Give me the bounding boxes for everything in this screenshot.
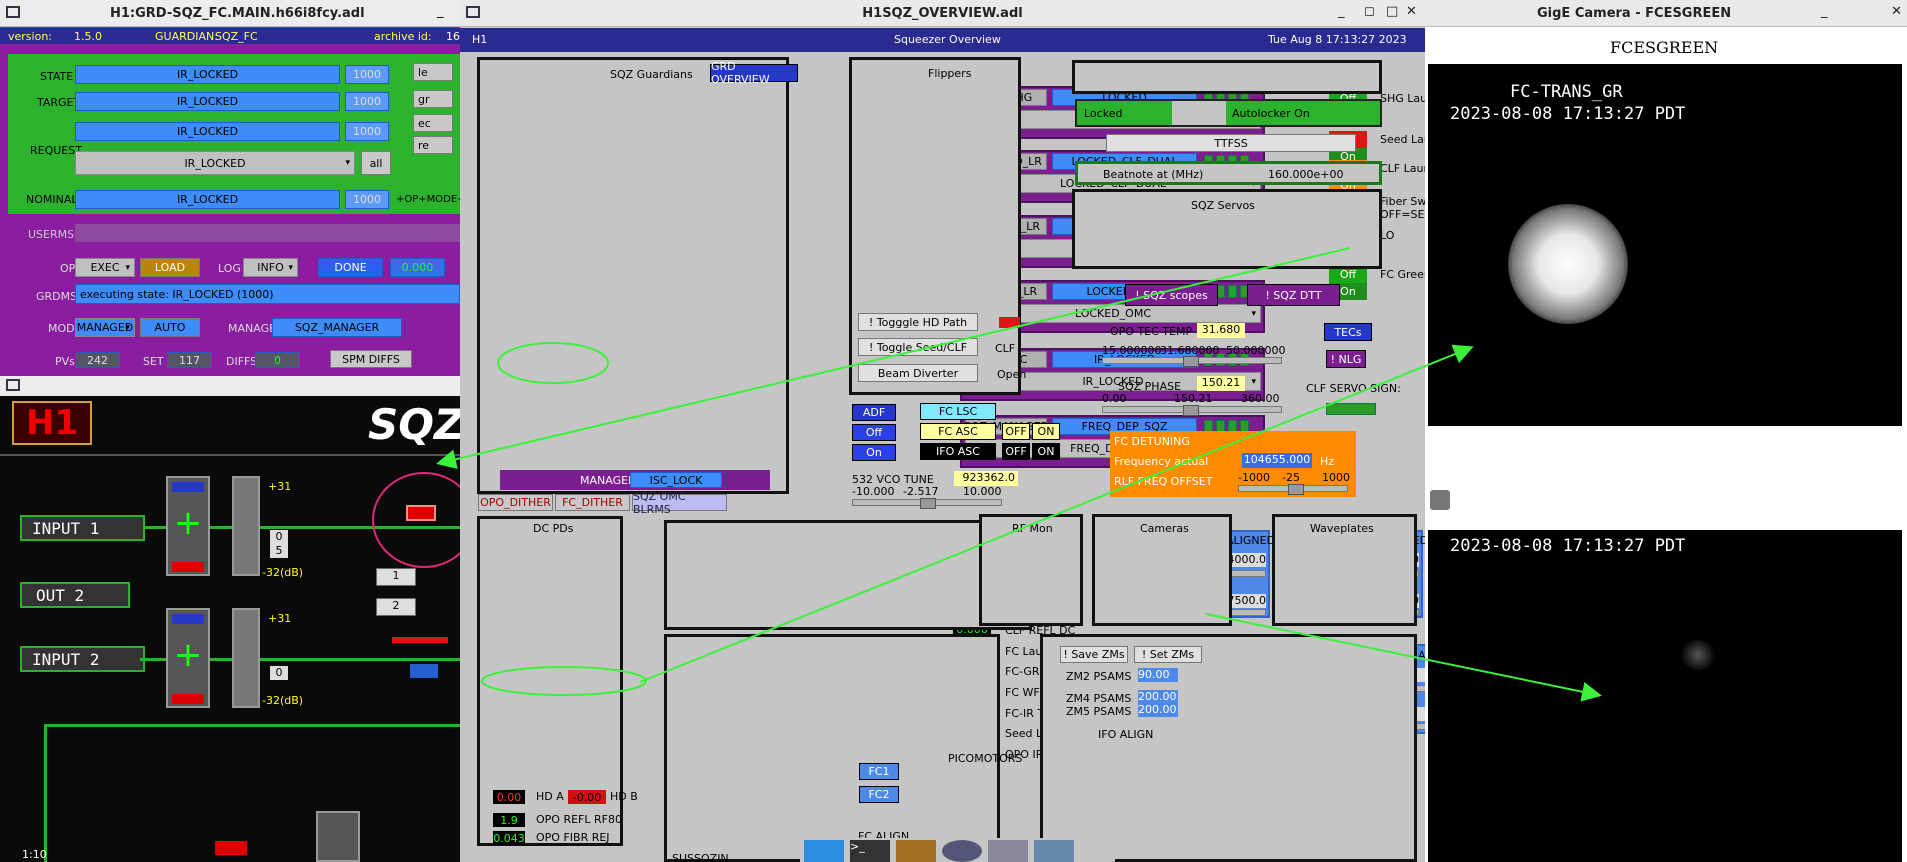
annotation-arrows [436,247,1602,702]
arrow-fc-servo-to-sqz [436,247,1351,470]
arrow-fcir-to-camera [1205,613,1602,702]
highlight-sqz-fc [497,342,609,384]
highlight-fcgr-trans [481,666,647,696]
arrow-fcgr-to-camera [639,344,1474,683]
